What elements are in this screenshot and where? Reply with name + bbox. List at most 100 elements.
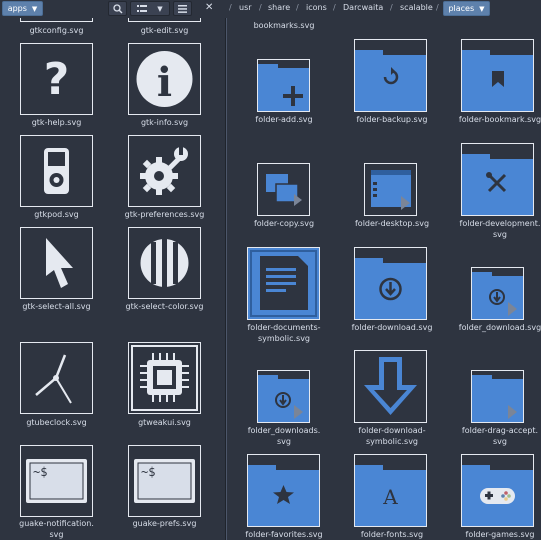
file-label: folder-favorites.svg [245, 530, 323, 539]
location-label: apps [7, 4, 27, 13]
menu-button[interactable] [173, 1, 192, 16]
file-label: folder_downloads. svg [226, 425, 342, 447]
breadcrumb-scalable[interactable]: scalable [400, 3, 433, 12]
file-label-line1: folder_downloads. [247, 426, 321, 435]
file-label: folder-add.svg [255, 115, 313, 124]
file-label-line2: svg [49, 530, 64, 539]
svg-text:i: i [157, 59, 172, 106]
path-separator: / [296, 3, 299, 12]
file-label: folder-fonts.svg [360, 530, 424, 539]
breadcrumb-usr[interactable]: usr [239, 3, 252, 12]
search-button[interactable] [108, 1, 127, 16]
file-label: folder-documents- symbolic.svg [226, 322, 342, 344]
folder-games-icon[interactable] [461, 454, 534, 527]
file-label-line2: svg [493, 230, 507, 239]
folder-drag-accept-icon[interactable] [471, 370, 524, 423]
file-label-line1: folder-drag-accept. [461, 426, 539, 435]
file-label: folder-desktop.svg [354, 219, 430, 228]
info-icon[interactable]: i [128, 43, 201, 115]
folder-copy-icon[interactable] [257, 163, 310, 216]
file-label: gtk-edit.svg [140, 26, 189, 35]
file-label: gtkconfig.svg [29, 26, 84, 35]
cpu-chip-icon[interactable] [128, 342, 201, 414]
file-label: folder-drag-accept. svg [442, 425, 541, 447]
file-label: gtweakui.svg [138, 418, 191, 427]
preferences-icon[interactable] [128, 135, 201, 207]
folder-development-icon[interactable] [461, 143, 534, 216]
hamburger-menu-icon [178, 4, 187, 13]
file-label-line1: folder-documents- [247, 323, 321, 332]
search-icon [112, 3, 122, 13]
terminal-icon[interactable]: ~$ [128, 445, 201, 517]
file-label: folder-copy.svg [253, 219, 315, 228]
file-label: gtk-select-color.svg [125, 302, 204, 311]
terminal-icon[interactable]: ~$ [20, 445, 93, 517]
current-folder-label: places [448, 4, 475, 13]
file-label: folder-development. svg [442, 218, 541, 240]
left-file-pane: gtkconfig.svg gtk-edit.svg ? gtk-help.sv… [0, 18, 219, 540]
file-label: folder-download- symbolic.svg [334, 425, 450, 447]
right-file-pane: bookmarks.svg folder-add.svg folder-back… [225, 18, 541, 540]
folder-backup-icon[interactable] [354, 39, 427, 112]
gtk-edit-icon[interactable] [128, 18, 201, 22]
file-label: guake-prefs.svg [132, 519, 197, 528]
file-label-line2: svg [277, 437, 291, 446]
chevron-down-icon: ▼ [479, 4, 485, 13]
folder-documents-icon[interactable] [247, 247, 320, 320]
clock-icon[interactable] [20, 342, 93, 414]
path-separator: / [436, 3, 439, 12]
terminal-prompt-text: ~$ [141, 465, 155, 479]
file-label: folder-download.svg [351, 323, 433, 332]
folder-downloads-icon[interactable] [257, 370, 310, 423]
ipod-icon[interactable] [20, 135, 93, 207]
breadcrumb-share[interactable]: share [268, 3, 290, 12]
gtkconfig-icon[interactable] [20, 18, 93, 22]
breadcrumb-places[interactable]: places ▼ [443, 1, 490, 16]
file-label: gtkpod.svg [34, 210, 79, 219]
file-label-line1: folder-development. [459, 219, 541, 228]
view-mode-button[interactable]: ▼ [130, 1, 170, 16]
folder-bookmark-icon[interactable] [461, 39, 534, 112]
file-label: gtk-select-all.svg [22, 302, 91, 311]
file-label: folder-backup.svg [356, 115, 428, 124]
file-label: bookmarks.svg [253, 21, 315, 30]
chevron-down-icon: ▼ [157, 4, 163, 13]
help-icon[interactable]: ? [20, 43, 93, 115]
file-label-line2: svg [493, 437, 507, 446]
file-label: folder-games.svg [465, 530, 535, 539]
file-label-line2: symbolic.svg [365, 437, 419, 446]
file-label: folder_download.svg [458, 323, 541, 332]
font-glyph: A [382, 485, 398, 509]
path-toolbar: apps ▼ ▼ ✕ / usr / share / icons / Darcw… [0, 0, 541, 18]
file-label-line2: symbolic.svg [257, 334, 311, 343]
cursor-select-all-icon[interactable] [20, 227, 93, 299]
svg-text:?: ? [44, 54, 70, 105]
list-view-icon [137, 4, 148, 12]
file-label: gtubeclock.svg [26, 418, 87, 427]
file-label-line1: folder-download- [358, 426, 426, 435]
download-arrow-icon[interactable] [354, 350, 427, 423]
breadcrumb-icons[interactable]: icons [306, 3, 327, 12]
file-label-line1: guake-notification. [19, 519, 94, 528]
folder-download-icon[interactable] [354, 247, 427, 320]
file-label: guake-notification. svg [0, 518, 113, 540]
file-label: gtk-info.svg [140, 118, 189, 127]
file-label: folder-bookmark.svg [458, 115, 541, 124]
folder-desktop-icon[interactable] [364, 163, 417, 216]
path-separator: / [259, 3, 262, 12]
path-separator: / [229, 3, 232, 12]
folder-download-icon[interactable] [471, 267, 524, 320]
close-pane-icon[interactable]: ✕ [205, 2, 213, 13]
terminal-prompt-text: ~$ [33, 465, 47, 479]
folder-favorites-icon[interactable] [247, 454, 320, 527]
location-dropdown-button[interactable]: apps ▼ [2, 1, 43, 16]
chevron-down-icon: ▼ [31, 4, 38, 13]
file-label: gtk-help.svg [31, 118, 82, 127]
folder-add-icon[interactable] [257, 59, 310, 112]
folder-fonts-icon[interactable]: A [354, 454, 427, 527]
path-separator: / [333, 3, 336, 12]
select-color-icon[interactable] [128, 227, 201, 299]
pane-divider [226, 18, 227, 540]
path-separator: / [390, 3, 393, 12]
breadcrumb-darcwaita[interactable]: Darcwaita [343, 3, 383, 12]
